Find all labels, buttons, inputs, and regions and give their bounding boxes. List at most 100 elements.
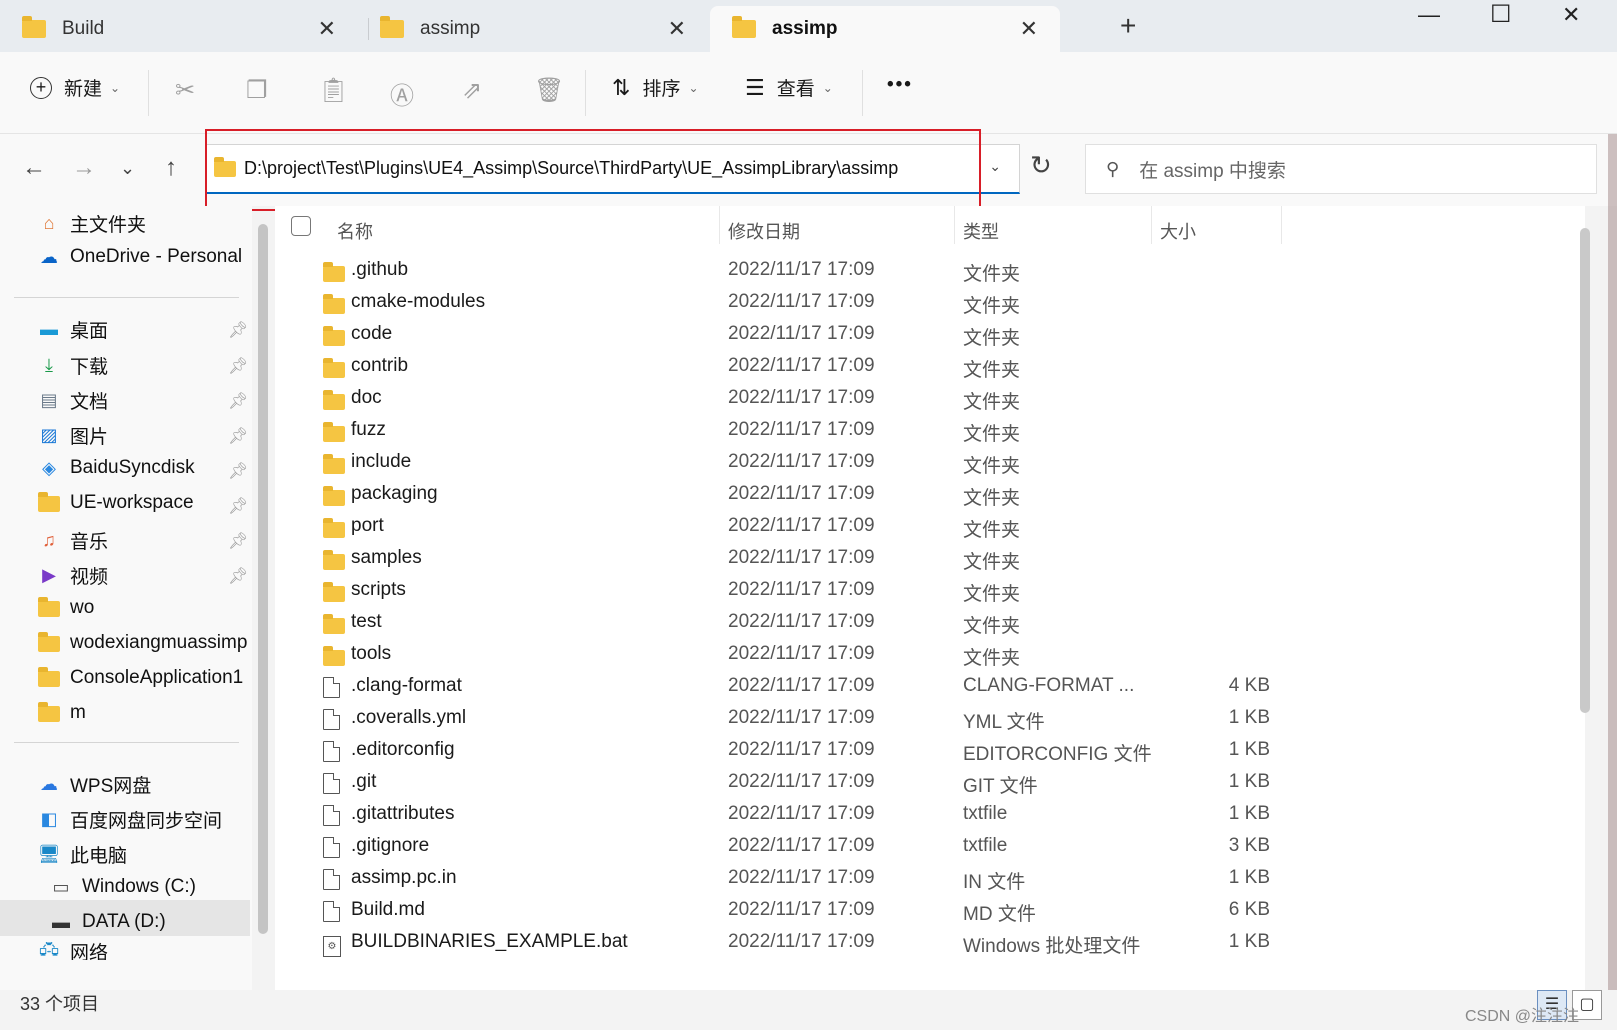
sidebar-item-videos[interactable]: ▶ 视频 [36,562,108,589]
cut-icon[interactable]: ✂ [175,76,195,105]
file-name: .gitattributes [351,803,455,824]
close-tab-icon[interactable]: ✕ [1020,16,1038,42]
more-button[interactable]: ••• [887,74,913,96]
file-name: cmake-modules [351,291,486,312]
sidebar-item-m[interactable]: m [36,701,86,724]
file-row[interactable]: cmake-modules 2022/11/17 17:09 文件夹 [275,288,1575,319]
pin-icon[interactable]: 📌︎ [228,426,248,446]
share-icon[interactable]: ⇗ [462,76,482,105]
file-row[interactable]: code 2022/11/17 17:09 文件夹 [275,320,1575,351]
file-size: 6 KB [1228,899,1270,920]
forward-arrow-icon[interactable]: → [72,154,96,182]
tab-label: assimp [420,18,481,39]
file-row[interactable]: .github 2022/11/17 17:09 文件夹 [275,256,1575,287]
file-date: 2022/11/17 17:09 [728,899,875,920]
file-row[interactable]: include 2022/11/17 17:09 文件夹 [275,448,1575,479]
pin-icon[interactable]: 📌︎ [228,320,248,340]
file-row[interactable]: CHANGES 2022/11/17 17:09 文件 25 KB [275,960,1575,964]
file-row[interactable]: scripts 2022/11/17 17:09 文件夹 [275,576,1575,607]
file-row[interactable]: .editorconfig 2022/11/17 17:09 EDITORCONFI… [275,736,1575,767]
sidebar-item-pictures[interactable]: ▨ 图片 [36,422,108,449]
file-row[interactable]: .git 2022/11/17 17:09 GIT 文件 1 KB [275,768,1575,799]
file-row[interactable]: port 2022/11/17 17:09 文件夹 [275,512,1575,543]
sidebar-item-home[interactable]: ⌂ 主文件夹 [36,210,146,237]
back-arrow-icon[interactable]: ← [22,154,46,182]
file-name: Build.md [351,899,425,920]
sidebar-item-consoleapplication1[interactable]: ConsoleApplication1 [36,666,243,689]
sidebar-item-network[interactable]: 🖧︎ 网络 [36,942,108,960]
sidebar-item-ue-workspace[interactable]: UE-workspace [36,491,194,514]
file-size: 1 KB [1228,771,1270,792]
file-row[interactable]: .clang-format 2022/11/17 17:09 CLANG-FORMA… [275,672,1575,703]
search-placeholder: 在 assimp 中搜索 [1139,160,1286,182]
minimize-button[interactable]: — [1418,2,1440,28]
pin-icon[interactable]: 📌︎ [228,356,248,376]
new-button[interactable]: + 新建 ⌄ [30,74,120,101]
tab-assimp-1[interactable]: assimp ✕ [358,6,708,52]
up-arrow-icon[interactable]: ↑ [165,154,177,182]
close-window-button[interactable]: ✕ [1562,2,1580,28]
file-row[interactable]: doc 2022/11/17 17:09 文件夹 [275,384,1575,415]
sort-icon: ⇅ [612,74,631,100]
address-bar[interactable]: D:\project\Test\Plugins\UE4_Assimp\Sourc… [205,144,1020,194]
file-row[interactable]: .coveralls.yml 2022/11/17 17:09 YML 文件 1 KB [275,704,1575,735]
paste-icon[interactable]: 📋︎ [318,76,348,105]
pin-icon[interactable]: 📌︎ [228,391,248,411]
file-type: txtfile [963,835,1008,856]
view-button[interactable]: ☰ 查看 ⌄ [745,74,833,101]
sidebar-item-baidu-space[interactable]: ◧ 百度网盘同步空间 [36,806,222,833]
file-date: 2022/11/17 17:09 [728,483,875,504]
file-row[interactable]: ⚙ BUILDBINARIES_EXAMPLE.bat 2022/11/17 17:… [275,928,1575,959]
file-row[interactable]: .gitignore 2022/11/17 17:09 txtfile 3 KB [275,832,1575,863]
file-row[interactable]: contrib 2022/11/17 17:09 文件夹 [275,352,1575,383]
sidebar-item-documents[interactable]: ▤ 文档 [36,387,108,414]
folder-icon [22,16,46,38]
address-path[interactable]: D:\project\Test\Plugins\UE4_Assimp\Sourc… [244,158,898,179]
file-row[interactable]: fuzz 2022/11/17 17:09 文件夹 [275,416,1575,447]
sidebar-item-onedrive[interactable]: ☁ OneDrive - Personal [36,246,242,268]
pin-icon[interactable]: 📌︎ [228,461,248,481]
file-row[interactable]: samples 2022/11/17 17:09 文件夹 [275,544,1575,575]
file-row[interactable]: Build.md 2022/11/17 17:09 MD 文件 6 KB [275,896,1575,927]
sidebar-item-desktop[interactable]: ▬ 桌面 [36,316,108,343]
maximize-button[interactable]: ☐ [1490,0,1512,29]
close-tab-icon[interactable]: ✕ [318,16,336,42]
pin-icon[interactable]: 📌︎ [228,566,248,586]
search-box[interactable]: ⚲ 在 assimp 中搜索 [1085,144,1597,194]
file-name: .coveralls.yml [351,707,467,728]
sidebar-item-label: 桌面 [70,321,109,342]
sidebar-item-music[interactable]: ♫ 音乐 [36,527,108,554]
sidebar-item-label: 此电脑 [70,846,128,867]
file-date: 2022/11/17 17:09 [728,451,875,472]
file-row[interactable]: tools 2022/11/17 17:09 文件夹 [275,640,1575,671]
sidebar-item-drive-d[interactable]: ▬ DATA (D:) [48,911,166,933]
pin-icon[interactable]: 📌︎ [228,531,248,551]
refresh-icon[interactable]: ↻ [1030,150,1052,181]
sidebar-item-drive-c[interactable]: ▭ Windows (C:) [48,876,196,898]
delete-icon[interactable]: 🗑︎ [534,76,564,105]
address-dropdown-icon[interactable]: ⌄ [989,158,1001,175]
file-row[interactable]: test 2022/11/17 17:09 文件夹 [275,608,1575,639]
sidebar-item-wodexiangmuassimp[interactable]: wodexiangmuassimp [36,631,247,654]
sidebar-item-wo[interactable]: wo [36,596,94,619]
sidebar-item-downloads[interactable]: ⤓ 下载 [36,352,108,379]
home-icon: ⌂ [43,213,55,233]
file-row[interactable]: .gitattributes 2022/11/17 17:09 txtfile 1 K… [275,800,1575,831]
tab-assimp-active[interactable]: assimp ✕ [710,6,1060,52]
close-tab-icon[interactable]: ✕ [668,16,686,42]
file-list-scrollbar[interactable] [1580,228,1590,713]
sort-button[interactable]: ⇅ 排序 ⌄ [612,74,699,101]
sidebar-scrollbar[interactable] [258,224,268,934]
tab-build[interactable]: Build ✕ [0,6,358,52]
new-tab-button[interactable]: + [1120,10,1136,42]
file-row[interactable]: packaging 2022/11/17 17:09 文件夹 [275,480,1575,511]
sidebar-item-wps-cloud[interactable]: ☁ WPS网盘 [36,771,151,798]
file-row[interactable]: assimp.pc.in 2022/11/17 17:09 IN 文件 1 KB [275,864,1575,895]
recent-chevron-icon[interactable]: ⌄ [120,158,135,179]
pin-icon[interactable]: 📌︎ [228,496,248,516]
sidebar-item-this-pc[interactable]: 🖥︎ 此电脑 [36,841,127,868]
file-icon [323,677,340,704]
copy-icon[interactable]: ❐ [246,76,268,105]
rename-icon[interactable]: Ⓐ [390,76,414,111]
sidebar-item-baidusyncdisk[interactable]: ◈ BaiduSyncdisk [36,457,195,479]
